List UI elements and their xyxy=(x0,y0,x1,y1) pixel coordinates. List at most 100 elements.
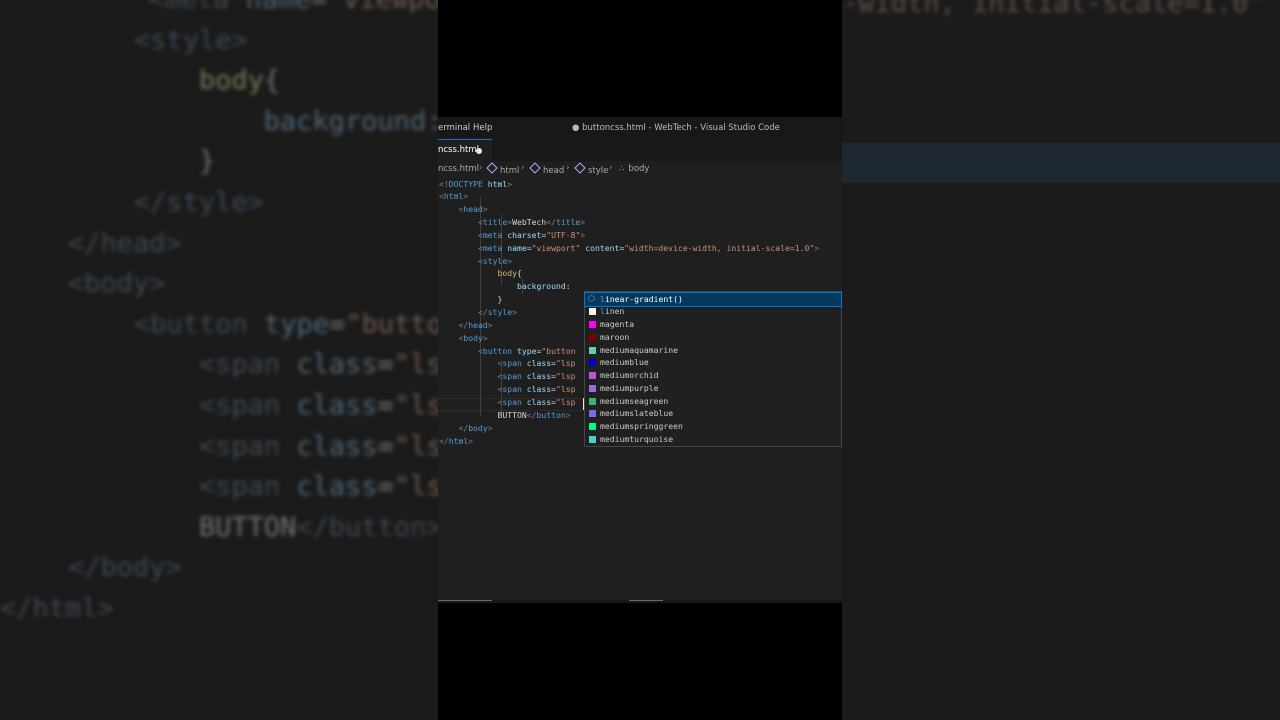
color-swatch-icon xyxy=(589,410,596,418)
chevron-right-icon: › xyxy=(609,163,613,173)
code-line: <meta name="viewpor xyxy=(148,0,457,21)
tab-bar: ncss.html xyxy=(438,139,842,161)
suggestion-label: mediumpurple xyxy=(600,382,659,393)
breadcrumb-body[interactable]: ∴ body xyxy=(619,164,649,174)
code-line: <span class="lsp xyxy=(497,396,576,407)
color-swatch-icon xyxy=(589,346,596,354)
suggestion-label: maroon xyxy=(600,331,630,342)
breadcrumb-html[interactable]: html xyxy=(486,162,519,176)
code-line: </style> xyxy=(477,307,517,317)
code-line: <style> xyxy=(477,255,513,266)
suggestion-item[interactable]: mediumblue xyxy=(585,356,841,369)
code-line: <body> xyxy=(68,268,166,300)
suggest-widget[interactable]: ⬡ linear-gradient() linen magenta maroon medi… xyxy=(584,291,842,447)
tab-label: ncss.html xyxy=(438,145,479,155)
color-swatch-icon xyxy=(589,397,596,405)
breadcrumb-head[interactable]: head xyxy=(529,162,564,176)
code-line: <span class="ls xyxy=(198,390,443,421)
code-line: </head> xyxy=(458,319,493,330)
suggestion-item[interactable]: mediumaquamarine xyxy=(585,344,841,357)
element-icon xyxy=(529,162,541,174)
horizontal-scrollbar[interactable] xyxy=(438,600,842,603)
zoomed-code-right: -width, initial-scale=1.0" > xyxy=(842,0,1280,19)
suggestion-label: mediumblue xyxy=(600,357,649,368)
code-line: <button type="button xyxy=(477,345,576,356)
code-line: </html> xyxy=(0,593,114,624)
code-line: <button type="butto xyxy=(133,308,443,340)
element-icon xyxy=(486,162,498,174)
menu-help[interactable]: Help xyxy=(473,123,492,133)
suggestion-label: mediumaquamarine xyxy=(600,344,678,355)
zoomed-highlight xyxy=(842,143,1280,183)
breadcrumb-file[interactable]: ncss.html xyxy=(438,164,479,174)
code-line: background: xyxy=(516,281,576,292)
suggestion-item[interactable]: ⬡ linear-gradient() xyxy=(584,291,842,307)
chevron-right-icon: › xyxy=(521,163,525,173)
code-line: <title>WebTech</title> xyxy=(477,217,586,228)
code-line: BUTTON</button> xyxy=(198,511,443,543)
code-line: } xyxy=(198,146,216,178)
suggestion-item[interactable]: mediumpurple xyxy=(585,382,841,395)
suggestion-item[interactable]: mediumorchid xyxy=(585,369,841,382)
color-swatch-icon xyxy=(589,333,596,341)
suggestion-label: linear-gradient() xyxy=(600,293,683,304)
color-swatch-icon xyxy=(589,372,596,379)
suggestion-label: mediumturquoise xyxy=(600,433,674,444)
code-line: <meta name="viewport" content="width=dev… xyxy=(477,242,820,253)
code-line: <span class="lsp xyxy=(497,358,576,369)
suggestion-item[interactable]: magenta xyxy=(585,318,841,331)
color-swatch-icon xyxy=(589,321,596,328)
suggestion-label: mediumseagreen xyxy=(600,395,669,406)
tab-buttoncss[interactable]: ncss.html xyxy=(438,139,492,161)
title-bar: erminal Help ● buttoncss.html - WebTech … xyxy=(438,117,842,139)
chevron-right-icon: › xyxy=(566,163,570,173)
code-line: <!DOCTYPE html> xyxy=(439,178,513,189)
code-line: </style> xyxy=(133,187,264,218)
suggestion-label: mediumorchid xyxy=(600,370,659,380)
color-swatch-icon xyxy=(589,359,596,367)
modified-dot-icon[interactable] xyxy=(476,148,482,154)
color-swatch-icon xyxy=(589,435,596,443)
breadcrumb-style[interactable]: style xyxy=(574,162,608,176)
vscode-window: erminal Help ● buttoncss.html - WebTech … xyxy=(438,117,842,603)
suggestion-item[interactable]: mediumturquoise xyxy=(585,433,841,446)
suggestion-item[interactable]: mediumseagreen xyxy=(585,395,841,408)
code-line: <span class="lsp xyxy=(497,384,576,395)
menu-terminal[interactable]: erminal xyxy=(438,123,470,133)
color-swatch-icon xyxy=(589,308,596,316)
code-line: <span class="ls xyxy=(198,471,443,503)
function-icon: ⬡ xyxy=(588,293,595,303)
code-line: </html> xyxy=(439,435,474,446)
color-swatch-icon xyxy=(589,384,596,392)
element-icon xyxy=(574,162,586,174)
suggestion-label: linen xyxy=(600,306,625,317)
code-line: <style> xyxy=(133,24,248,56)
letterbox-bottom xyxy=(438,603,842,720)
color-swatch-icon xyxy=(589,423,596,430)
code-line: background: xyxy=(263,105,443,137)
letterbox-top xyxy=(438,0,842,117)
code-line: </body> xyxy=(68,552,182,584)
suggestion-label: mediumspringgreen xyxy=(600,421,683,431)
suggestion-item[interactable]: mediumspringgreen xyxy=(585,420,841,433)
code-line: <span class="ls xyxy=(198,430,443,462)
css-rule-icon: ∴ xyxy=(619,164,625,174)
code-line: <html> xyxy=(439,191,469,202)
suggestion-item[interactable]: mediumslateblue xyxy=(585,407,841,420)
code-line: BUTTON</button> xyxy=(439,409,571,420)
chevron-right-icon: › xyxy=(479,163,483,173)
suggestion-item[interactable]: linen xyxy=(585,305,841,318)
code-line: </head> xyxy=(68,227,182,259)
code-line: body{ xyxy=(497,268,522,279)
code-line: <span class="lsp xyxy=(497,371,576,382)
code-line: <meta charset="UTF-8"> xyxy=(477,229,586,240)
window-title: ● buttoncss.html - WebTech - Visual Stud… xyxy=(572,123,780,133)
suggestion-item[interactable]: maroon xyxy=(585,331,841,344)
code-line: body{ xyxy=(198,65,281,97)
breadcrumb: ncss.html › html › head › style › ∴ body xyxy=(438,161,842,177)
code-line: <head> xyxy=(458,204,488,215)
suggestion-label: magenta xyxy=(600,319,635,329)
code-line: </body> xyxy=(458,422,493,433)
suggestion-label: mediumslateblue xyxy=(600,408,674,419)
code-line: <body> xyxy=(458,332,488,343)
